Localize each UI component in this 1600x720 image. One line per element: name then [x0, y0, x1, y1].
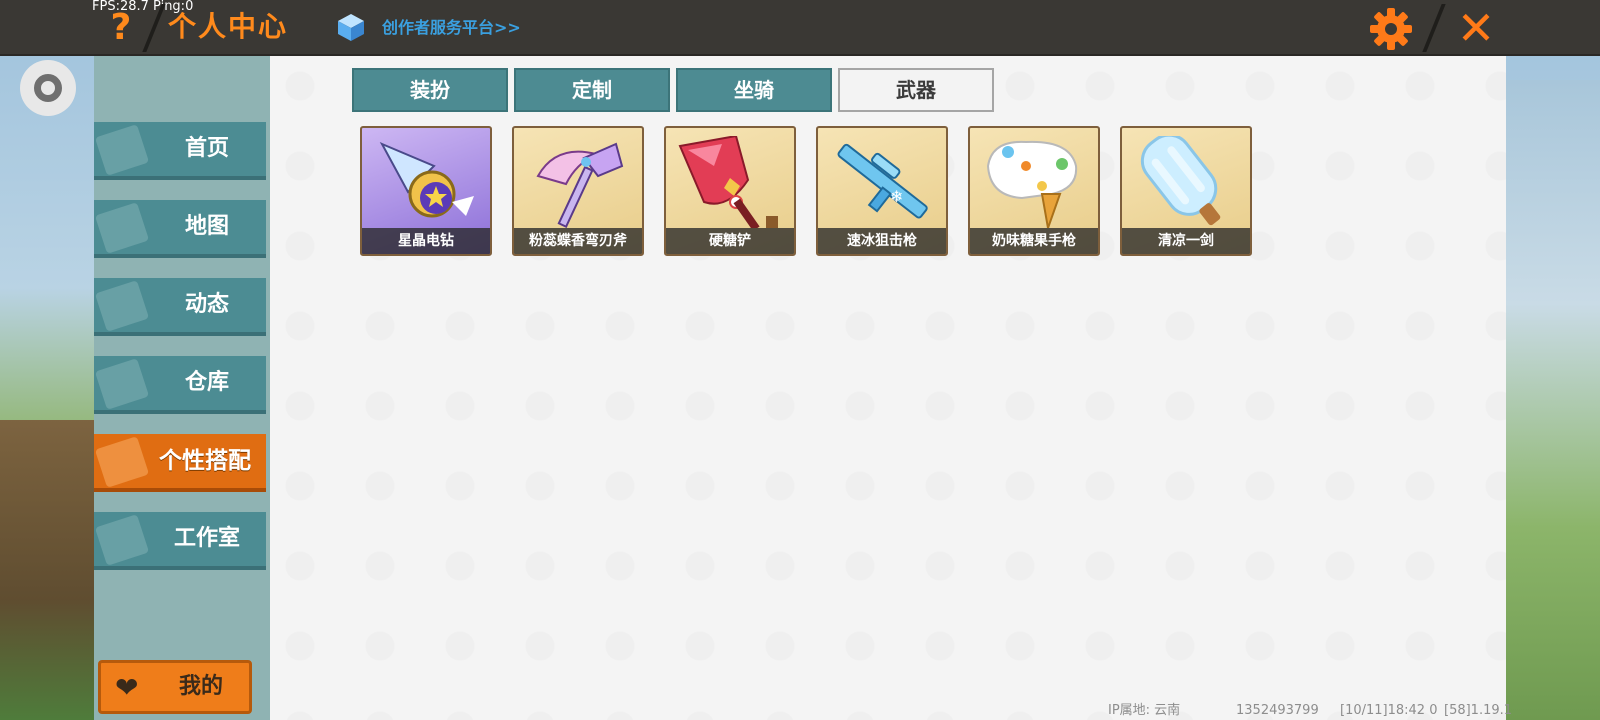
axe-icon: [536, 142, 624, 228]
weapon-card[interactable]: 奶味糖果手枪: [968, 126, 1100, 256]
warehouse-icon: [94, 358, 150, 410]
ip-location: IP属地: 云南: [1108, 703, 1181, 718]
question-icon[interactable]: ?: [104, 6, 138, 50]
popsicle-sword-icon: [1140, 136, 1221, 226]
sidebar-item-label: 地图: [184, 214, 229, 239]
background-block-left: [0, 420, 96, 720]
sidebar-item-label: 工作室: [173, 526, 240, 551]
creator-platform-link[interactable]: 创作者服务平台>>: [382, 14, 521, 42]
sidebar-item-label: 仓库: [184, 370, 229, 395]
timestamp: [10/11]18:42 0: [1340, 703, 1438, 718]
svg-text:❄: ❄: [890, 187, 903, 206]
sniper-rifle-icon: ❄: [837, 143, 928, 219]
map-icon: [94, 202, 150, 254]
page-title: 个人中心: [168, 10, 289, 43]
home-icon: [94, 124, 150, 176]
version: [58]1.19.1: [1444, 703, 1513, 718]
sidebar-item-home[interactable]: 首页: [94, 122, 266, 180]
mine-label: 我的: [178, 674, 223, 699]
weapon-card[interactable]: 硬糖铲: [664, 126, 796, 256]
weapon-card[interactable]: 粉蕊蝶香弯刃斧: [512, 126, 644, 256]
close-icon[interactable]: ✕: [1454, 4, 1498, 52]
weapon-name: 星晶电钻: [362, 228, 490, 254]
sidebar-item-label: 个性搭配: [159, 448, 251, 474]
sidebar: 首页 地图 动态 仓库 个性搭配 工作室 ❤ 我的: [94, 56, 270, 720]
tab-custom[interactable]: 定制: [514, 68, 670, 112]
outfit-icon: [94, 436, 150, 488]
sidebar-item-label: 动态: [184, 292, 229, 317]
mine-button[interactable]: ❤ 我的: [98, 660, 252, 714]
weapon-card[interactable]: 星晶电钻: [360, 126, 492, 256]
weapon-card[interactable]: ❄ 速冰狙击枪: [816, 126, 948, 256]
weapon-name: 清凉一剑: [1122, 228, 1250, 254]
sidebar-item-warehouse[interactable]: 仓库: [94, 356, 266, 414]
user-id: 1352493799: [1236, 703, 1319, 718]
tab-outfit[interactable]: 装扮: [352, 68, 508, 112]
tab-weapon[interactable]: 武器: [838, 68, 994, 112]
content-panel: 装扮 定制 坐骑 武器 星晶电钻 粉蕊蝶香弯刃斧 硬糖铲 ❄ 速冰狙击枪 奶味糖…: [270, 56, 1506, 720]
top-bar: FPS:28.7 Ping:0 ? 个人中心 创作者服务平台>> ✕: [0, 0, 1600, 56]
weapon-name: 速冰狙击枪: [818, 228, 946, 254]
divider: [1422, 4, 1446, 52]
candy-pistol-icon: [986, 140, 1078, 228]
weapon-name: 奶味糖果手枪: [970, 228, 1098, 254]
sidebar-item-studio[interactable]: 工作室: [94, 512, 266, 570]
background-scenery-right: [1506, 80, 1600, 720]
shovel-icon: [678, 136, 778, 228]
sidebar-item-outfit[interactable]: 个性搭配: [94, 434, 266, 492]
studio-icon: [94, 514, 150, 566]
weapon-name: 粉蕊蝶香弯刃斧: [514, 228, 642, 254]
tab-mount[interactable]: 坐骑: [676, 68, 832, 112]
weapon-card[interactable]: 清凉一剑: [1120, 126, 1252, 256]
sidebar-item-label: 首页: [184, 136, 229, 161]
drill-icon: [379, 141, 474, 218]
record-icon[interactable]: [20, 60, 76, 116]
sidebar-item-map[interactable]: 地图: [94, 200, 266, 258]
weapon-name: 硬糖铲: [666, 228, 794, 254]
sidebar-item-feed[interactable]: 动态: [94, 278, 266, 336]
gear-icon[interactable]: [1368, 6, 1414, 52]
cube-icon[interactable]: [336, 12, 366, 42]
heart-icon: ❤: [115, 671, 139, 704]
bell-icon: [94, 280, 150, 332]
